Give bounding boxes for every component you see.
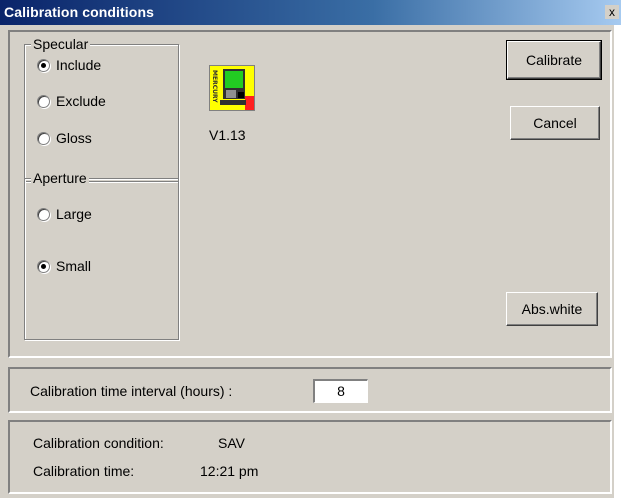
dialog-body: Specular Include Exclude Gloss Aperture … xyxy=(0,25,614,498)
status-panel xyxy=(8,420,612,494)
specular-gloss-option[interactable]: Gloss xyxy=(37,130,92,146)
aperture-large-option[interactable]: Large xyxy=(37,206,92,222)
mercury-icon-text: MERCURY xyxy=(211,70,218,103)
close-icon[interactable]: x xyxy=(605,5,619,19)
calibrate-button[interactable]: Calibrate xyxy=(506,40,602,80)
specular-exclude-option[interactable]: Exclude xyxy=(37,93,106,109)
radio-label: Small xyxy=(56,258,92,274)
specular-legend: Specular xyxy=(31,36,91,52)
aperture-legend: Aperture xyxy=(31,170,89,186)
condition-label: Calibration condition: xyxy=(33,435,164,451)
radio-include[interactable] xyxy=(37,58,50,72)
interval-input[interactable]: 8 xyxy=(313,379,368,403)
mercury-logo-icon: MERCURY xyxy=(210,66,254,110)
radio-label: Exclude xyxy=(56,93,106,109)
radio-label: Large xyxy=(56,206,92,222)
radio-large[interactable] xyxy=(37,207,50,221)
mercury-icon: MERCURY xyxy=(209,65,255,111)
window-title: Calibration conditions xyxy=(4,4,154,20)
calibration-time-label: Calibration time: xyxy=(33,463,135,479)
interval-label: Calibration time interval (hours) : xyxy=(30,383,233,399)
radio-label: Gloss xyxy=(56,130,92,146)
radio-label: Include xyxy=(56,57,102,73)
radio-small[interactable] xyxy=(37,259,50,273)
title-bar[interactable]: Calibration conditions x xyxy=(0,0,621,25)
cancel-button[interactable]: Cancel xyxy=(510,106,600,140)
radio-exclude[interactable] xyxy=(37,94,50,108)
abs-white-button[interactable]: Abs.white xyxy=(506,292,598,326)
aperture-small-option[interactable]: Small xyxy=(37,258,91,274)
condition-value: SAV xyxy=(218,435,245,451)
calibration-time-value: 12:21 pm xyxy=(200,463,259,479)
version-label: V1.13 xyxy=(209,127,246,143)
radio-gloss[interactable] xyxy=(37,131,50,145)
specular-include-option[interactable]: Include xyxy=(37,57,101,73)
